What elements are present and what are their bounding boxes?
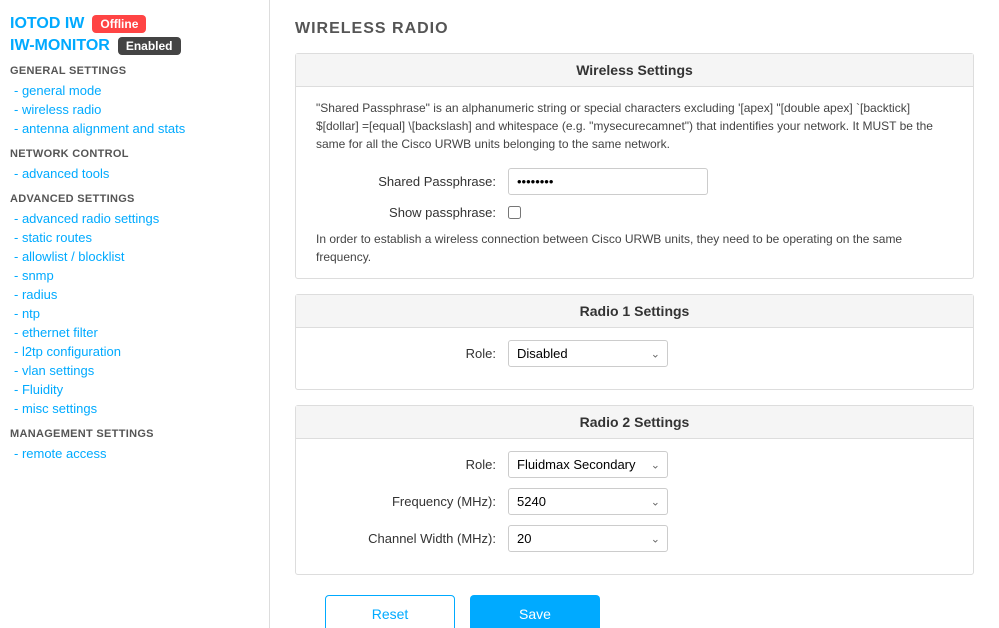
sidebar-item-fluidity[interactable]: - Fluidity bbox=[10, 380, 259, 399]
sidebar-item-allowlist-blocklist[interactable]: - allowlist / blocklist bbox=[10, 247, 259, 266]
sidebar-item-antenna-alignment[interactable]: - antenna alignment and stats bbox=[10, 119, 259, 138]
sidebar-item-ethernet-filter[interactable]: - ethernet filter bbox=[10, 323, 259, 342]
radio1-settings-card: Radio 1 Settings Role: Disabled Fluidmax… bbox=[295, 294, 974, 390]
radio2-channel-width-select[interactable]: 20 40 80 bbox=[508, 525, 668, 552]
frequency-note: In order to establish a wireless connect… bbox=[316, 230, 953, 266]
radio1-role-select[interactable]: Disabled Fluidmax Primary Fluidmax Secon… bbox=[508, 340, 668, 367]
page-title: WIRELESS RADIO bbox=[295, 20, 974, 38]
sidebar-item-advanced-tools[interactable]: - advanced tools bbox=[10, 164, 259, 183]
management-settings-label: MANAGEMENT SETTINGS bbox=[10, 428, 259, 440]
sidebar: IOTOD IW Offline IW-MONITOR Enabled GENE… bbox=[0, 0, 270, 628]
sidebar-item-misc-settings[interactable]: - misc settings bbox=[10, 399, 259, 418]
radio1-body: Role: Disabled Fluidmax Primary Fluidmax… bbox=[296, 328, 973, 389]
passphrase-input[interactable] bbox=[508, 168, 708, 195]
brand2-row: IW-MONITOR Enabled bbox=[10, 37, 259, 55]
radio2-frequency-label: Frequency (MHz): bbox=[316, 494, 496, 509]
radio2-header: Radio 2 Settings bbox=[296, 406, 973, 439]
radio1-role-row: Role: Disabled Fluidmax Primary Fluidmax… bbox=[316, 340, 953, 367]
brand2-label: IW-MONITOR bbox=[10, 37, 110, 55]
radio2-frequency-select-wrapper: 5180 5200 5220 5240 5260 5280 5300 5320 … bbox=[508, 488, 668, 515]
radio2-frequency-select[interactable]: 5180 5200 5220 5240 5260 5280 5300 5320 bbox=[508, 488, 668, 515]
radio1-role-select-wrapper: Disabled Fluidmax Primary Fluidmax Secon… bbox=[508, 340, 668, 367]
brand1-label: IOTOD IW bbox=[10, 15, 84, 33]
radio2-role-select[interactable]: Disabled Fluidmax Primary Fluidmax Secon… bbox=[508, 451, 668, 478]
general-settings-label: GENERAL SETTINGS bbox=[10, 65, 259, 77]
radio2-channel-width-label: Channel Width (MHz): bbox=[316, 531, 496, 546]
radio2-body: Role: Disabled Fluidmax Primary Fluidmax… bbox=[296, 439, 973, 574]
radio2-role-label: Role: bbox=[316, 457, 496, 472]
radio2-frequency-row: Frequency (MHz): 5180 5200 5220 5240 526… bbox=[316, 488, 953, 515]
network-control-label: NETWORK CONTROL bbox=[10, 148, 259, 160]
sidebar-item-general-mode[interactable]: - general mode bbox=[10, 81, 259, 100]
brand1-badge: Offline bbox=[92, 15, 146, 33]
sidebar-item-remote-access[interactable]: - remote access bbox=[10, 444, 259, 463]
radio2-channel-width-row: Channel Width (MHz): 20 40 80 ⌄ bbox=[316, 525, 953, 552]
passphrase-row: Shared Passphrase: bbox=[316, 168, 953, 195]
show-passphrase-checkbox[interactable] bbox=[508, 206, 521, 219]
main-content: WIRELESS RADIO Wireless Settings "Shared… bbox=[270, 0, 999, 628]
wireless-description: "Shared Passphrase" is an alphanumeric s… bbox=[316, 99, 953, 153]
show-passphrase-row: Show passphrase: bbox=[316, 205, 953, 220]
sidebar-item-l2tp-configuration[interactable]: - l2tp configuration bbox=[10, 342, 259, 361]
show-passphrase-label: Show passphrase: bbox=[316, 205, 496, 220]
sidebar-item-ntp[interactable]: - ntp bbox=[10, 304, 259, 323]
radio1-header: Radio 1 Settings bbox=[296, 295, 973, 328]
wireless-settings-header: Wireless Settings bbox=[296, 54, 973, 87]
radio2-settings-card: Radio 2 Settings Role: Disabled Fluidmax… bbox=[295, 405, 974, 575]
sidebar-item-advanced-radio-settings[interactable]: - advanced radio settings bbox=[10, 209, 259, 228]
radio2-role-select-wrapper: Disabled Fluidmax Primary Fluidmax Secon… bbox=[508, 451, 668, 478]
radio2-channel-width-select-wrapper: 20 40 80 ⌄ bbox=[508, 525, 668, 552]
sidebar-item-snmp[interactable]: - snmp bbox=[10, 266, 259, 285]
sidebar-item-radius[interactable]: - radius bbox=[10, 285, 259, 304]
wireless-settings-body: "Shared Passphrase" is an alphanumeric s… bbox=[296, 87, 973, 278]
sidebar-item-static-routes[interactable]: - static routes bbox=[10, 228, 259, 247]
sidebar-item-wireless-radio[interactable]: - wireless radio bbox=[10, 100, 259, 119]
passphrase-label: Shared Passphrase: bbox=[316, 174, 496, 189]
brand2-badge: Enabled bbox=[118, 37, 181, 55]
brand1-row: IOTOD IW Offline bbox=[10, 15, 259, 33]
radio1-role-label: Role: bbox=[316, 346, 496, 361]
button-row: Reset Save bbox=[295, 595, 974, 628]
reset-button[interactable]: Reset bbox=[325, 595, 455, 628]
sidebar-item-vlan-settings[interactable]: - vlan settings bbox=[10, 361, 259, 380]
radio2-role-row: Role: Disabled Fluidmax Primary Fluidmax… bbox=[316, 451, 953, 478]
advanced-settings-label: ADVANCED SETTINGS bbox=[10, 193, 259, 205]
wireless-settings-card: Wireless Settings "Shared Passphrase" is… bbox=[295, 53, 974, 279]
save-button[interactable]: Save bbox=[470, 595, 600, 628]
